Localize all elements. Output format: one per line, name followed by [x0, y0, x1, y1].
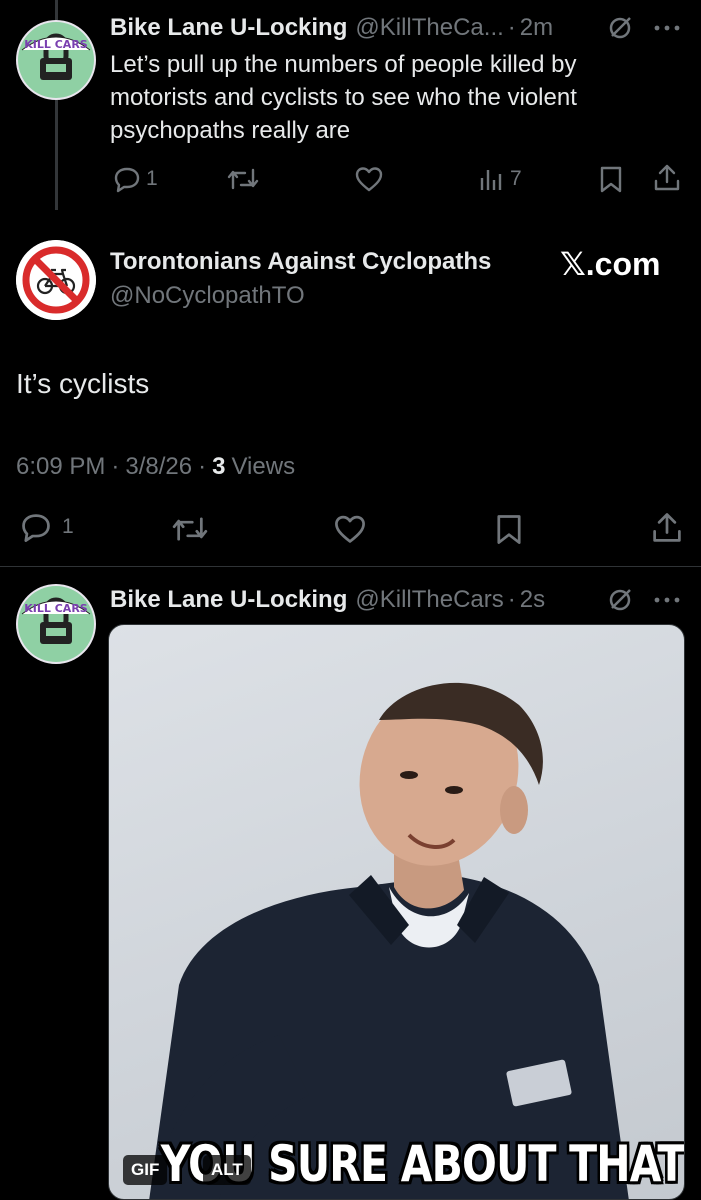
- tweet-date[interactable]: 3/8/26: [125, 453, 192, 481]
- user-handle[interactable]: @KillTheCa...: [355, 14, 503, 42]
- man-pointing-illustration: [149, 682, 629, 1199]
- user-handle[interactable]: @KillTheCars: [355, 586, 503, 614]
- hidden-reply-icon[interactable]: [606, 14, 634, 47]
- no-bicycle-icon: [16, 240, 96, 320]
- gif-badge: GIF: [123, 1155, 168, 1185]
- like-button[interactable]: [354, 164, 384, 194]
- views-count: 7: [510, 167, 522, 190]
- reply-button[interactable]: 1: [112, 164, 158, 194]
- reply-count: 1: [146, 167, 158, 190]
- avatar[interactable]: [16, 240, 96, 320]
- tweet-header: Bike Lane U-Locking @KillTheCa... · 2m: [110, 12, 553, 44]
- share-icon: [653, 513, 681, 542]
- thread-line-top: [55, 0, 58, 20]
- tweet-meta: 6:09 PM · 3/8/26 · 3 Views: [16, 452, 295, 482]
- share-icon: [654, 164, 680, 191]
- reply-count: 1: [62, 515, 74, 538]
- display-name[interactable]: Bike Lane U-Locking: [110, 586, 347, 614]
- bookmark-button[interactable]: [494, 512, 524, 546]
- reply-button[interactable]: 1: [18, 510, 74, 544]
- tweet-text: Let’s pull up the numbers of people kill…: [110, 48, 577, 147]
- bookmark-icon: [497, 515, 521, 544]
- separator-dot: ·: [111, 453, 120, 480]
- avatar[interactable]: KILL CARS: [16, 584, 96, 664]
- reply-icon: [114, 167, 140, 193]
- heart-icon: [355, 167, 383, 192]
- timestamp[interactable]: 2m: [520, 14, 553, 42]
- timestamp[interactable]: 2s: [520, 586, 545, 614]
- like-button[interactable]: [332, 512, 368, 546]
- tweet-text-line: psychopaths really are: [110, 117, 351, 144]
- bookmark-button[interactable]: [598, 164, 624, 194]
- reply-icon: [22, 514, 50, 542]
- separator-dot: ·: [507, 586, 516, 613]
- tweet-text-line: motorists and cyclists to see who the vi…: [110, 84, 577, 111]
- views-label[interactable]: Views: [231, 453, 295, 481]
- user-handle[interactable]: @NoCyclopathTO: [110, 282, 305, 310]
- heart-icon: [335, 515, 365, 543]
- retweet-button[interactable]: [170, 512, 210, 546]
- analytics-icon: [480, 170, 502, 190]
- watermark: 𝕏.com: [560, 246, 661, 282]
- more-options-icon[interactable]: [652, 588, 682, 617]
- avatar[interactable]: KILL CARS: [16, 20, 96, 100]
- tweet-time[interactable]: 6:09 PM: [16, 453, 105, 481]
- avatar-text: KILL CARS: [24, 602, 88, 615]
- display-name[interactable]: Bike Lane U-Locking: [110, 14, 347, 42]
- bookmark-icon: [600, 166, 622, 193]
- divider: [0, 566, 701, 567]
- share-button[interactable]: [652, 162, 682, 194]
- display-name[interactable]: Torontonians Against Cyclopaths: [110, 248, 491, 276]
- hidden-reply-icon[interactable]: [606, 586, 634, 619]
- kill-cars-logo-icon: KILL CARS: [18, 586, 94, 662]
- retweet-icon: [172, 517, 208, 541]
- thread-line: [55, 100, 58, 210]
- more-options-icon[interactable]: [652, 16, 682, 45]
- retweet-icon: [227, 168, 259, 190]
- views-number: 3: [212, 453, 226, 480]
- separator-dot: ·: [198, 453, 207, 480]
- tweet-header: Bike Lane U-Locking @KillTheCars · 2s: [110, 584, 545, 616]
- alt-badge[interactable]: ALT: [203, 1155, 251, 1185]
- retweet-button[interactable]: [226, 164, 260, 194]
- separator-dot: ·: [507, 14, 516, 41]
- tweet-text-line: Let’s pull up the numbers of people kill…: [110, 51, 577, 78]
- share-button[interactable]: [650, 510, 684, 546]
- views-button[interactable]: 7: [478, 164, 522, 194]
- kill-cars-logo-icon: KILL CARS: [18, 22, 94, 98]
- gif-media[interactable]: YOU SURE ABOUT THAT? GIF ALT: [108, 624, 685, 1200]
- avatar-text: KILL CARS: [24, 38, 88, 51]
- tweet-text: It’s cyclists: [16, 368, 150, 399]
